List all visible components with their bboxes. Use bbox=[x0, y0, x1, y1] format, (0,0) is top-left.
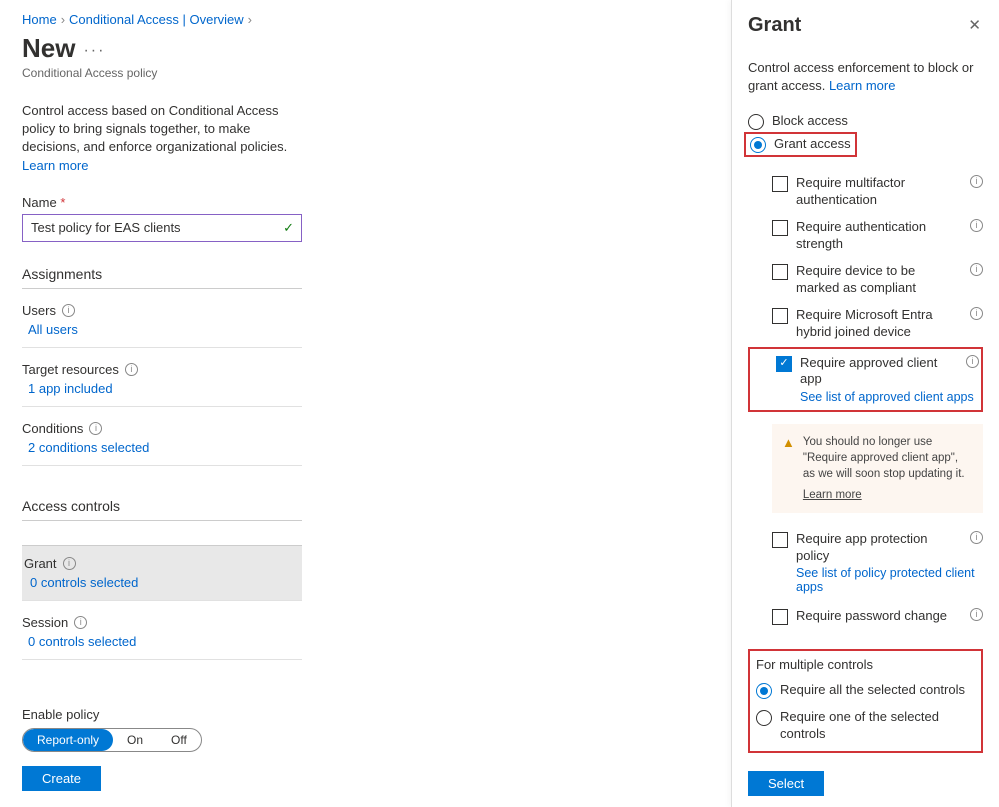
block-access-label: Block access bbox=[772, 113, 983, 130]
toggle-off[interactable]: Off bbox=[157, 729, 201, 751]
name-input[interactable] bbox=[22, 214, 302, 242]
require-app-protection-label: Require app protection policy bbox=[796, 531, 962, 565]
panel-title: Grant bbox=[748, 14, 801, 37]
chevron-right-icon: › bbox=[61, 12, 65, 27]
page-title: New bbox=[22, 33, 75, 64]
learn-more-link[interactable]: Learn more bbox=[22, 158, 88, 173]
protection-apps-link[interactable]: See list of policy protected client apps bbox=[796, 566, 975, 594]
require-mfa-label: Require multifactor authentication bbox=[796, 175, 962, 209]
require-approved-app-checkbox[interactable] bbox=[776, 356, 792, 372]
require-one-radio[interactable] bbox=[756, 710, 772, 726]
info-icon[interactable]: i bbox=[970, 307, 983, 320]
conditions-label: Conditions i bbox=[22, 421, 302, 436]
info-icon[interactable]: i bbox=[966, 355, 979, 368]
require-hybrid-checkbox[interactable] bbox=[772, 308, 788, 324]
require-hybrid-label: Require Microsoft Entra hybrid joined de… bbox=[796, 307, 962, 341]
info-icon[interactable]: i bbox=[970, 608, 983, 621]
require-password-change-checkbox[interactable] bbox=[772, 609, 788, 625]
grant-access-label: Grant access bbox=[774, 136, 851, 153]
info-icon[interactable]: i bbox=[74, 616, 87, 629]
info-icon[interactable]: i bbox=[970, 219, 983, 232]
breadcrumb: Home › Conditional Access | Overview › bbox=[22, 12, 711, 27]
session-label: Session i bbox=[22, 615, 302, 630]
breadcrumb-home[interactable]: Home bbox=[22, 12, 57, 27]
page-subtitle: Conditional Access policy bbox=[22, 66, 711, 80]
require-compliant-label: Require device to be marked as compliant bbox=[796, 263, 962, 297]
access-controls-header: Access controls bbox=[22, 498, 302, 521]
breadcrumb-conditional-access[interactable]: Conditional Access | Overview bbox=[69, 12, 244, 27]
require-approved-app-label: Require approved client app bbox=[800, 355, 958, 389]
require-auth-strength-checkbox[interactable] bbox=[772, 220, 788, 236]
toggle-on[interactable]: On bbox=[113, 729, 157, 751]
info-icon[interactable]: i bbox=[89, 422, 102, 435]
require-all-radio[interactable] bbox=[756, 683, 772, 699]
info-icon[interactable]: i bbox=[125, 363, 138, 376]
require-password-change-label: Require password change bbox=[796, 608, 962, 625]
panel-learn-more[interactable]: Learn more bbox=[829, 78, 895, 93]
multiple-controls-header: For multiple controls bbox=[756, 657, 975, 672]
users-value[interactable]: All users bbox=[28, 322, 78, 337]
warning-text: You should no longer use "Require approv… bbox=[803, 436, 965, 480]
grant-access-radio[interactable] bbox=[750, 137, 766, 153]
warning-learn-more[interactable]: Learn more bbox=[803, 487, 973, 503]
chevron-right-icon: › bbox=[248, 12, 252, 27]
require-app-protection-checkbox[interactable] bbox=[772, 532, 788, 548]
require-compliant-checkbox[interactable] bbox=[772, 264, 788, 280]
session-value[interactable]: 0 controls selected bbox=[28, 634, 136, 649]
info-icon[interactable]: i bbox=[970, 175, 983, 188]
grant-value[interactable]: 0 controls selected bbox=[30, 575, 138, 590]
require-auth-strength-label: Require authentication strength bbox=[796, 219, 962, 253]
info-icon[interactable]: i bbox=[62, 304, 75, 317]
info-icon[interactable]: i bbox=[63, 557, 76, 570]
assignments-header: Assignments bbox=[22, 266, 302, 289]
enable-policy-toggle[interactable]: Report-only On Off bbox=[22, 728, 202, 752]
conditions-value[interactable]: 2 conditions selected bbox=[28, 440, 149, 455]
create-button[interactable]: Create bbox=[22, 766, 101, 791]
require-all-label: Require all the selected controls bbox=[780, 682, 975, 699]
enable-policy-label: Enable policy bbox=[22, 707, 711, 722]
info-icon[interactable]: i bbox=[970, 531, 983, 544]
warning-icon: ▲ bbox=[782, 434, 795, 502]
warning-box: ▲ You should no longer use "Require appr… bbox=[772, 424, 983, 512]
require-mfa-checkbox[interactable] bbox=[772, 176, 788, 192]
page-description: Control access based on Conditional Acce… bbox=[22, 102, 302, 175]
info-icon[interactable]: i bbox=[970, 263, 983, 276]
close-icon[interactable]: ✕ bbox=[966, 14, 983, 36]
require-one-label: Require one of the selected controls bbox=[780, 709, 975, 743]
approved-apps-link[interactable]: See list of approved client apps bbox=[800, 390, 974, 404]
target-resources-value[interactable]: 1 app included bbox=[28, 381, 113, 396]
users-label: Users i bbox=[22, 303, 302, 318]
grant-row[interactable]: Grant i 0 controls selected bbox=[22, 545, 302, 601]
block-access-radio[interactable] bbox=[748, 114, 764, 130]
select-button[interactable]: Select bbox=[748, 771, 824, 796]
toggle-report-only[interactable]: Report-only bbox=[23, 729, 113, 751]
check-icon: ✓ bbox=[283, 220, 294, 236]
panel-description: Control access enforcement to block or g… bbox=[748, 59, 983, 95]
target-resources-label: Target resources i bbox=[22, 362, 302, 377]
more-icon[interactable]: ··· bbox=[83, 42, 105, 64]
name-label: Name * bbox=[22, 195, 711, 210]
